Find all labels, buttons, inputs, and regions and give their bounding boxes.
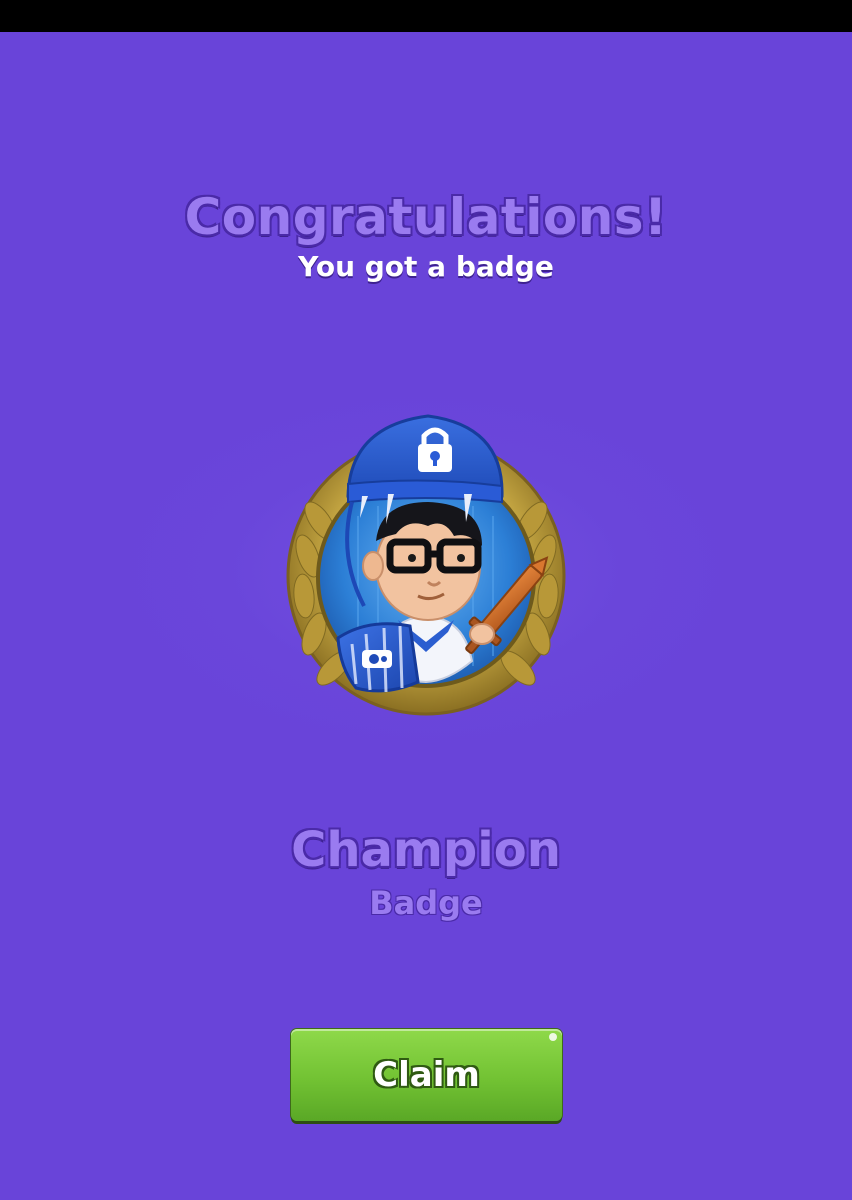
champion-badge-medal-icon [286, 414, 566, 716]
badge-type-label: Badge [369, 884, 483, 922]
status-bar [0, 0, 852, 32]
badge-name: Champion [291, 822, 561, 878]
congratulations-title: Congratulations! [184, 188, 668, 246]
claim-button[interactable]: Claim [291, 1029, 562, 1121]
badge-earned-subtitle: You got a badge [298, 250, 554, 283]
claim-button-label: Claim [373, 1055, 480, 1095]
button-shine [549, 1033, 557, 1041]
